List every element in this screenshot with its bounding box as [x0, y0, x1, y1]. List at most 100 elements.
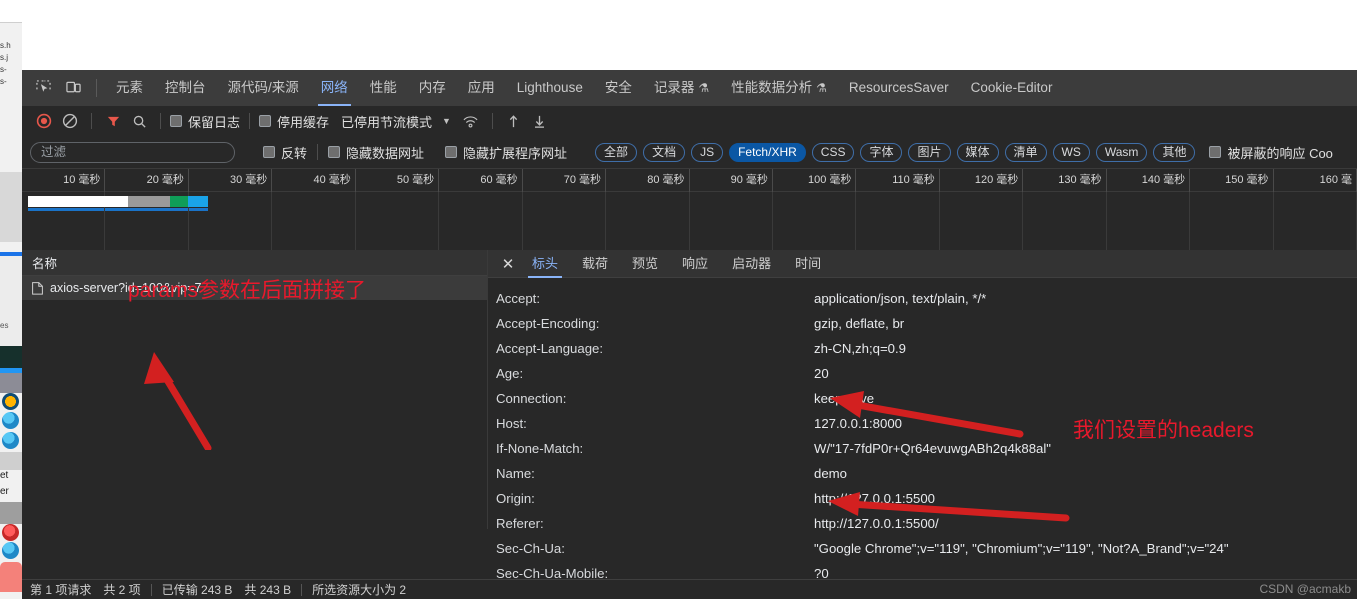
preserve-log-checkbox[interactable]: 保留日志: [170, 112, 240, 131]
filter-button[interactable]: [101, 109, 125, 133]
type-filter-9[interactable]: WS: [1052, 142, 1090, 162]
strip-grey-a: [0, 373, 22, 393]
tab-0[interactable]: 元素: [105, 70, 154, 106]
tab-10[interactable]: 性能数据分析 ⚗: [720, 70, 838, 106]
tab-4[interactable]: 性能: [359, 70, 408, 106]
detail-tab-2[interactable]: 预览: [620, 250, 670, 278]
details-tabbar: ✕ 标头 载荷 预览 响应 启动器 时间: [488, 250, 1357, 278]
close-icon[interactable]: ✕: [496, 250, 520, 278]
clear-button[interactable]: [58, 109, 82, 133]
tab-label: 安全: [604, 79, 632, 95]
strip-scroll-track[interactable]: [0, 172, 22, 242]
timeline-ruler: 10 毫秒 20 毫秒 30 毫秒 40 毫秒 50 毫秒 60 毫秒 70 毫秒 80 毫秒…: [22, 168, 1357, 193]
tab-11[interactable]: ResourcesSaver: [838, 70, 960, 106]
header-key: Age:: [496, 366, 524, 381]
header-key: Origin:: [496, 491, 535, 506]
type-filter-5[interactable]: 字体: [860, 142, 903, 162]
blue-sphere-icon-3[interactable]: [2, 542, 19, 559]
overview-gridline-3: [272, 192, 356, 250]
detail-tab-3[interactable]: 响应: [670, 250, 720, 278]
tab-7[interactable]: Lighthouse: [506, 70, 594, 106]
header-value: http://127.0.0.1:5500: [814, 491, 935, 506]
header-value: 127.0.0.1:8000: [814, 416, 902, 431]
header-value: 20: [814, 366, 829, 381]
strip-tab-text-3[interactable]: s-: [0, 76, 22, 87]
network-conditions-icon[interactable]: [459, 109, 483, 133]
strip-tab-text-0[interactable]: s.h: [0, 40, 22, 51]
record-button[interactable]: [32, 109, 56, 133]
detail-tab-4[interactable]: 启动器: [720, 250, 783, 278]
orange-circle-icon[interactable]: [2, 393, 19, 410]
detail-tab-0[interactable]: 标头: [520, 250, 570, 278]
header-key: If-None-Match:: [496, 441, 584, 456]
type-filter-10[interactable]: Wasm: [1095, 142, 1148, 162]
type-filter-8[interactable]: 清单: [1004, 142, 1047, 162]
annotation-headers: 我们设置的headers: [1073, 419, 1254, 442]
browser-sidebar-strip[interactable]: s.h s.j s- s- es et er: [0, 0, 22, 599]
tab-9[interactable]: 记录器 ⚗: [643, 70, 720, 106]
ruler-tick-12: 130 毫秒: [1023, 169, 1107, 193]
header-value: gzip, deflate, br: [814, 316, 905, 331]
header-value: keep-alive: [814, 391, 875, 406]
header-key: Accept-Encoding:: [496, 316, 600, 331]
header-row: Origin: http://127.0.0.1:5500: [496, 486, 1357, 511]
header-key: Accept-Language:: [496, 341, 604, 356]
tab-8[interactable]: 安全: [594, 70, 643, 106]
hide-extension-urls-label: 隐藏扩展程序网址: [463, 145, 568, 161]
detail-tab-1[interactable]: 载荷: [570, 250, 620, 278]
watermark: CSDN @acmakb: [1259, 582, 1351, 596]
header-key: Accept:: [496, 291, 540, 306]
blocked-cookies-label: 被屏蔽的响应 Coo: [1227, 145, 1333, 161]
detail-tab-5[interactable]: 时间: [783, 250, 833, 278]
type-filter-2[interactable]: JS: [691, 142, 724, 162]
invert-checkbox[interactable]: 反转: [263, 143, 307, 162]
header-value: "Google Chrome";v="119", "Chromium";v="1…: [814, 541, 1229, 556]
overview-gridline-7: [606, 192, 690, 250]
overview-gridline-15: [1274, 192, 1357, 250]
preserve-log-box[interactable]: [170, 115, 182, 127]
tab-label: 应用: [467, 79, 495, 95]
disable-cache-checkbox[interactable]: 停用缓存: [259, 112, 329, 131]
tab-3[interactable]: 网络: [310, 70, 359, 106]
tab-5[interactable]: 内存: [408, 70, 457, 106]
type-filter-11[interactable]: 其他: [1153, 142, 1196, 162]
inspect-element-icon[interactable]: [30, 75, 56, 101]
strip-tab-text-1[interactable]: s.j: [0, 52, 22, 63]
request-details-pane: ✕ 标头 载荷 预览 响应 启动器 时间 Accept: application/json,…: [488, 250, 1357, 581]
strip-grey-b: [0, 452, 22, 470]
tab-6[interactable]: 应用: [457, 70, 506, 106]
tab-2[interactable]: 源代码/来源: [217, 70, 310, 106]
strip-tab-text-2[interactable]: s-: [0, 64, 22, 75]
ruler-tick-14: 150 毫秒: [1190, 169, 1274, 193]
type-filter-1[interactable]: 文档: [643, 142, 686, 162]
blue-sphere-icon[interactable]: [2, 412, 19, 429]
throttling-select[interactable]: 已停用节流模式: [341, 112, 432, 131]
hide-data-urls-checkbox[interactable]: 隐藏数据网址: [328, 143, 424, 162]
tab-12[interactable]: Cookie-Editor: [960, 70, 1064, 106]
type-filter-4[interactable]: CSS: [811, 142, 855, 162]
disable-cache-box[interactable]: [259, 115, 272, 127]
hide-extension-urls-box[interactable]: [445, 146, 458, 158]
invert-box[interactable]: [263, 146, 275, 158]
timeline-overview[interactable]: [22, 192, 1357, 250]
device-toolbar-icon[interactable]: [60, 75, 86, 101]
type-filter-6[interactable]: 图片: [908, 142, 951, 162]
blocked-cookies-box[interactable]: [1209, 146, 1222, 158]
tab-1[interactable]: 控制台: [154, 70, 217, 106]
resource-type-filters: 全部 文档 JS Fetch/XHR CSS 字体 图片 媒体 清单 WS Wasm 其他: [595, 142, 1201, 162]
type-filter-0[interactable]: 全部: [595, 142, 638, 162]
red-circle-icon[interactable]: [2, 524, 19, 541]
blue-sphere-icon-2[interactable]: [2, 432, 19, 449]
filter-input[interactable]: [30, 141, 235, 163]
header-row: Age: 20: [496, 361, 1357, 386]
type-filter-7[interactable]: 媒体: [956, 142, 999, 162]
hide-extension-urls-checkbox[interactable]: 隐藏扩展程序网址: [445, 143, 567, 162]
export-har-icon[interactable]: [528, 109, 552, 133]
blocked-cookies-checkbox[interactable]: 被屏蔽的响应 Coo: [1209, 143, 1333, 162]
search-button[interactable]: [127, 109, 151, 133]
chevron-down-icon[interactable]: ▼: [442, 116, 451, 126]
ruler-tick-2: 30 毫秒: [189, 169, 273, 193]
hide-data-urls-box[interactable]: [328, 146, 341, 158]
import-har-icon[interactable]: [502, 109, 526, 133]
type-filter-3[interactable]: Fetch/XHR: [729, 142, 806, 162]
